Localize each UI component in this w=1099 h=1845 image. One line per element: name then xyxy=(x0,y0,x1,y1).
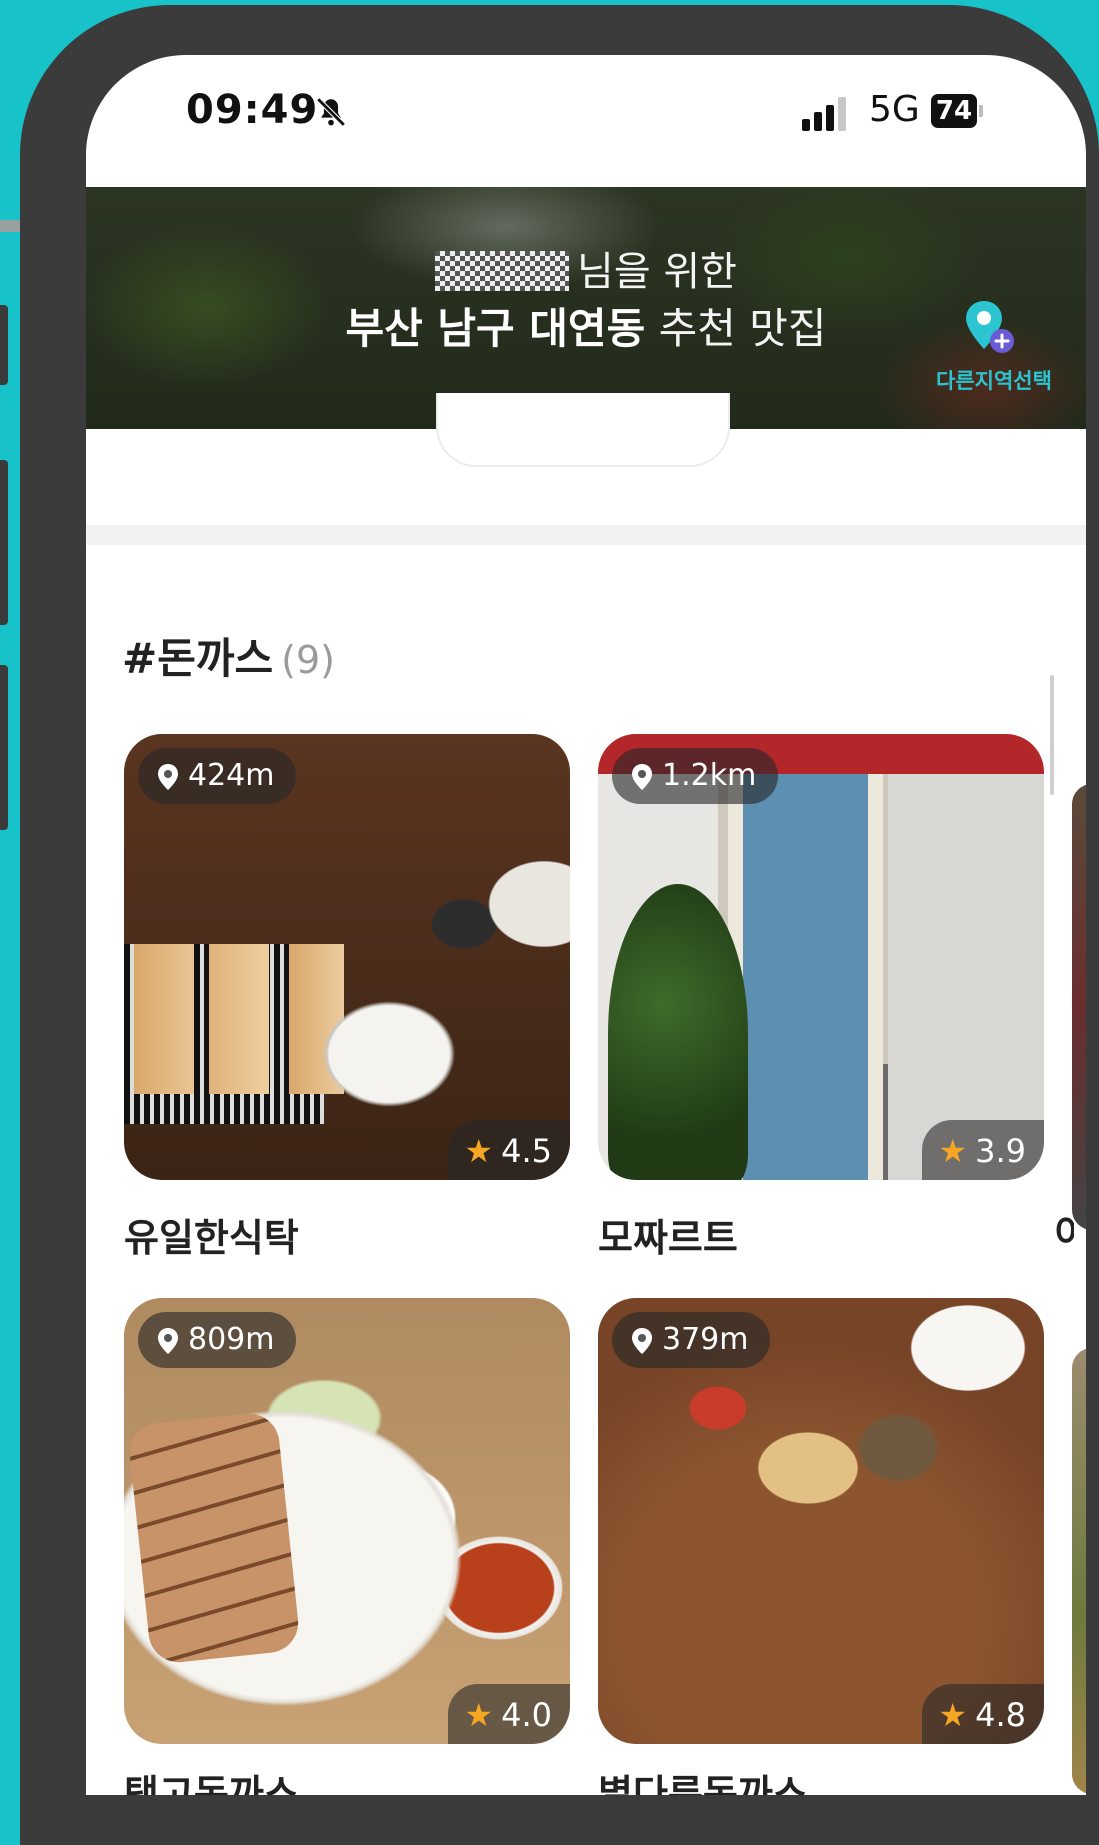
next-card-peek[interactable] xyxy=(1072,784,1086,1230)
battery-level: 74 xyxy=(935,96,973,126)
restaurant-name[interactable]: 탱고돈까스 xyxy=(124,1763,299,1795)
hero-greeting-suffix: 님을 위한 xyxy=(577,249,737,295)
masked-username xyxy=(435,251,570,291)
status-bar: 09:49 5G 74 xyxy=(86,55,1086,185)
phone-volume-down-button xyxy=(0,665,8,830)
map-pin-icon[interactable] xyxy=(960,297,1020,357)
rating-value: 4.5 xyxy=(501,1132,552,1170)
section-divider xyxy=(86,525,1086,545)
rating-value: 4.0 xyxy=(501,1696,552,1734)
restaurant-name[interactable]: 모짜르트 xyxy=(598,1207,738,1262)
restaurant-card[interactable]: 1.2km ★ 3.9 xyxy=(598,734,1044,1180)
rating-badge: ★ 4.8 xyxy=(922,1684,1044,1744)
distance-label: 809m xyxy=(188,1322,275,1357)
storefront-plant xyxy=(608,884,748,1180)
distance-label: 379m xyxy=(662,1322,749,1357)
rating-value: 4.8 xyxy=(975,1696,1026,1734)
food-cutlet xyxy=(126,1410,302,1666)
section-title: #돈까스 (9) xyxy=(122,625,335,686)
search-tab-handle[interactable] xyxy=(436,393,730,467)
phone-frame: 09:49 5G 74 님을 위한 부산 남구 대연동 추천 맛집 다른지역선택… xyxy=(20,5,1099,1845)
restaurant-card[interactable]: 379m ★ 4.8 xyxy=(598,1298,1044,1744)
hero-title-suffix: 추천 맛집 xyxy=(658,304,827,353)
battery-icon: 74 xyxy=(931,94,977,128)
restaurant-card[interactable]: 809m ★ 4.0 xyxy=(124,1298,570,1744)
distance-label: 424m xyxy=(188,758,275,793)
distance-label: 1.2km xyxy=(662,758,757,793)
phone-volume-up-button xyxy=(0,460,8,625)
status-time: 09:49 xyxy=(186,87,319,133)
phone-side-mark xyxy=(0,220,22,232)
section-hashtag: #돈까스 xyxy=(122,634,274,683)
star-icon: ★ xyxy=(464,1132,494,1170)
star-icon: ★ xyxy=(464,1696,494,1734)
bell-muted-icon xyxy=(316,97,346,127)
restaurant-card[interactable]: 424m ★ 4.5 xyxy=(124,734,570,1180)
star-icon: ★ xyxy=(938,1696,968,1734)
hero-region: 부산 남구 대연동 xyxy=(345,304,646,353)
location-pin-icon xyxy=(158,1328,178,1354)
network-type: 5G xyxy=(869,89,920,130)
battery-tip xyxy=(979,105,983,117)
location-pin-icon xyxy=(158,764,178,790)
next-card-peek[interactable] xyxy=(1072,1348,1086,1794)
restaurant-name[interactable]: 별다른돈까스 xyxy=(598,1763,808,1795)
next-card-name-peek: 이 xyxy=(1054,1212,1074,1256)
horizontal-scroll-indicator xyxy=(1050,675,1054,795)
location-pin-icon xyxy=(632,1328,652,1354)
phone-action-button xyxy=(0,305,8,385)
section-count: (9) xyxy=(281,638,335,682)
hero-greeting: 님을 위한 xyxy=(86,239,1086,297)
hero-title: 부산 남구 대연동 추천 맛집 xyxy=(86,295,1086,356)
location-pin-icon xyxy=(632,764,652,790)
restaurant-name[interactable]: 유일한식탁 xyxy=(124,1207,299,1262)
rating-value: 3.9 xyxy=(975,1132,1026,1170)
rating-badge: ★ 3.9 xyxy=(922,1120,1044,1180)
rating-badge: ★ 4.5 xyxy=(448,1120,570,1180)
signal-icon xyxy=(802,97,846,131)
rating-badge: ★ 4.0 xyxy=(448,1684,570,1744)
star-icon: ★ xyxy=(938,1132,968,1170)
region-select-button[interactable]: 다른지역선택 xyxy=(924,365,1064,395)
app-screen: 09:49 5G 74 님을 위한 부산 남구 대연동 추천 맛집 다른지역선택… xyxy=(86,55,1086,1795)
